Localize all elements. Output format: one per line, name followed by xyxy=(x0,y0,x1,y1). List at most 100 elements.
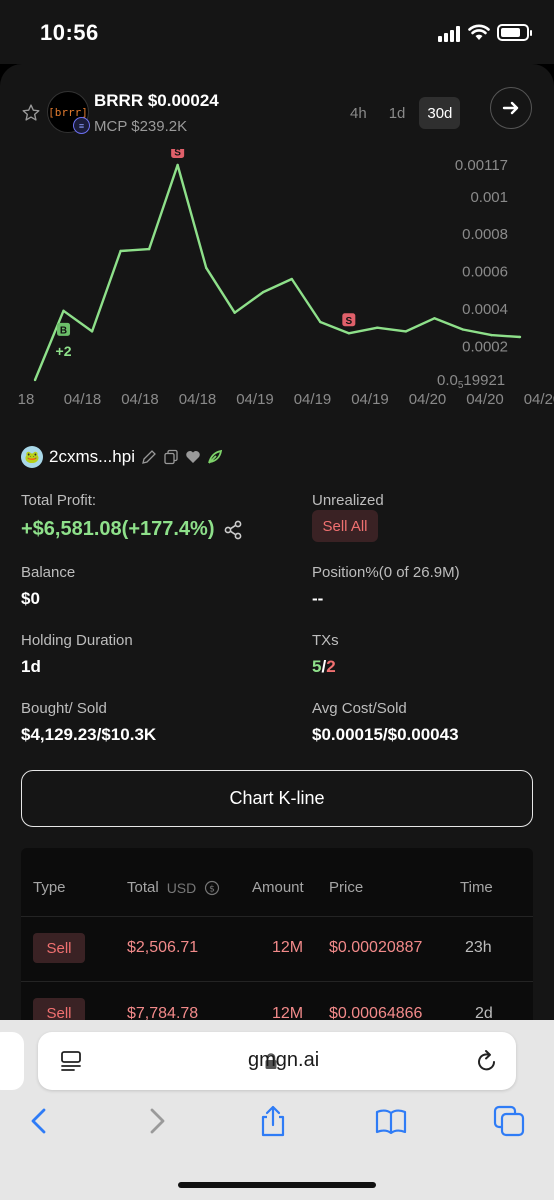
holding-duration-label: Holding Duration xyxy=(21,632,133,649)
edit-icon[interactable] xyxy=(141,449,157,465)
holding-duration-value: 1d xyxy=(21,657,41,676)
bought-sold-value: $4,129.23/$10.3K xyxy=(21,725,157,744)
tab-1d[interactable]: 1d xyxy=(381,97,414,129)
wallet-row: 🐸 2cxms...hpi xyxy=(21,446,223,468)
buy-count-annotation: +2 xyxy=(56,343,72,359)
position-value: -- xyxy=(312,589,324,608)
wifi-icon xyxy=(468,24,490,40)
y-tick-label: 0.00117 xyxy=(455,157,508,174)
marker-label: S xyxy=(174,149,181,159)
row-divider xyxy=(21,916,533,917)
total-profit-label: Total Profit: xyxy=(21,492,97,509)
price-point xyxy=(62,309,65,313)
row-total: $7,784.78 xyxy=(127,1005,199,1020)
y-tick-label: 0.0008 xyxy=(462,226,508,243)
y-tick-label: 0.0004 xyxy=(462,301,508,318)
price-point xyxy=(461,328,465,331)
price-point xyxy=(262,290,265,294)
column-total-label: Total xyxy=(127,879,159,896)
price-line xyxy=(33,163,521,381)
position-label: Position%(0 of 26.9M) xyxy=(312,564,460,581)
previous-tab-edge[interactable] xyxy=(0,1032,24,1090)
price-point xyxy=(176,163,179,167)
back-icon[interactable] xyxy=(22,1104,56,1138)
sell-all-button[interactable]: Sell All xyxy=(312,510,378,542)
price-point xyxy=(33,378,37,382)
token-title: BRRR $0.00024 xyxy=(94,91,219,110)
column-total: Total USD $ xyxy=(127,879,220,896)
forward-icon[interactable] xyxy=(140,1104,174,1138)
chart-kline-button[interactable]: Chart K-line xyxy=(21,770,533,827)
home-indicator xyxy=(178,1182,376,1188)
bought-sold-label: Bought/ Sold xyxy=(21,700,107,717)
arrow-right-icon xyxy=(502,101,519,115)
x-tick-label: 04/20 xyxy=(466,391,504,408)
row-total: $2,506.71 xyxy=(127,939,199,956)
address-bar[interactable]: gmgn.ai xyxy=(38,1032,516,1090)
type-badge: Sell xyxy=(33,933,85,963)
row-price: $0.00020887 xyxy=(329,939,423,956)
currency-usd[interactable]: USD xyxy=(167,880,197,896)
transactions-table: Type Total USD $ Amount Price Time Sell … xyxy=(21,848,533,1020)
y-min-label: 0.0519921 xyxy=(437,372,505,391)
x-tick-label: 04/19 xyxy=(351,391,389,408)
x-tick-label: 04/18 xyxy=(179,391,217,408)
token-sheet: [brrr] ≡ BRRR $0.00024 MCP $239.2K 4h 1d… xyxy=(0,64,554,1020)
price-point xyxy=(404,330,408,333)
balance-label: Balance xyxy=(21,564,76,581)
leaf-icon xyxy=(208,449,223,464)
x-tick-label: 04/18 xyxy=(121,391,159,408)
avg-cost-value: $0.00015/$0.00043 xyxy=(312,725,459,744)
reload-icon[interactable] xyxy=(476,1049,498,1073)
txs-value: 5/2 xyxy=(312,657,336,677)
reader-icon[interactable] xyxy=(60,1050,84,1072)
copy-icon[interactable] xyxy=(163,449,179,465)
total-profit-value: +$6,581.08(+177.4%) xyxy=(21,518,215,540)
row-amount: 12M xyxy=(272,939,304,956)
price-point xyxy=(147,247,151,251)
price-point xyxy=(433,317,436,320)
price-point xyxy=(490,333,493,337)
status-time: 10:56 xyxy=(40,20,99,45)
price-chart: 0.00117 0.001 0.0008 0.0006 0.0004 0.0002 0.05… xyxy=(18,149,554,408)
marker-label: S xyxy=(345,316,352,327)
star-icon[interactable] xyxy=(21,103,41,123)
price-point xyxy=(233,311,236,314)
price-point xyxy=(90,330,94,333)
share-icon[interactable] xyxy=(223,520,243,540)
price-point xyxy=(347,332,351,335)
chain-icon: ≡ xyxy=(73,117,90,134)
heart-icon[interactable] xyxy=(185,449,201,465)
bookmarks-icon[interactable] xyxy=(374,1104,408,1138)
tab-4h[interactable]: 4h xyxy=(342,97,375,129)
price-point xyxy=(290,277,293,281)
tabs-icon[interactable] xyxy=(492,1104,526,1138)
txs-sells: 2 xyxy=(326,657,336,676)
share-sheet-icon[interactable] xyxy=(256,1104,290,1138)
signal-icon xyxy=(438,26,460,42)
wallet-name: 2cxms...hpi xyxy=(49,447,135,466)
url-text: gmgn.ai xyxy=(248,1049,320,1071)
price-point xyxy=(518,335,522,339)
balance-value: $0 xyxy=(21,589,40,608)
row-amount: 12M xyxy=(272,1005,304,1020)
price-point xyxy=(319,320,322,324)
column-price: Price xyxy=(329,879,364,896)
row-time: 23h xyxy=(465,939,492,956)
txs-label: TXs xyxy=(312,632,339,649)
wallet-avatar: 🐸 xyxy=(21,446,43,468)
x-tick-label: 04/19 xyxy=(236,391,274,408)
type-badge: Sell xyxy=(33,998,85,1020)
svg-text:$: $ xyxy=(209,884,215,894)
x-tick-label: 04/18 xyxy=(64,391,102,408)
row-divider xyxy=(21,981,533,982)
column-amount: Amount xyxy=(252,879,304,896)
x-tick-label: 18 xyxy=(18,391,35,408)
battery-icon xyxy=(497,24,532,41)
marker-label: B xyxy=(60,325,67,336)
tab-30d[interactable]: 30d xyxy=(419,97,461,129)
x-tick-label: 04/20 xyxy=(409,391,447,408)
status-bar: 10:56 xyxy=(0,0,554,64)
currency-toggle-icon[interactable]: $ xyxy=(204,880,220,896)
arrow-right-button[interactable] xyxy=(490,87,532,129)
